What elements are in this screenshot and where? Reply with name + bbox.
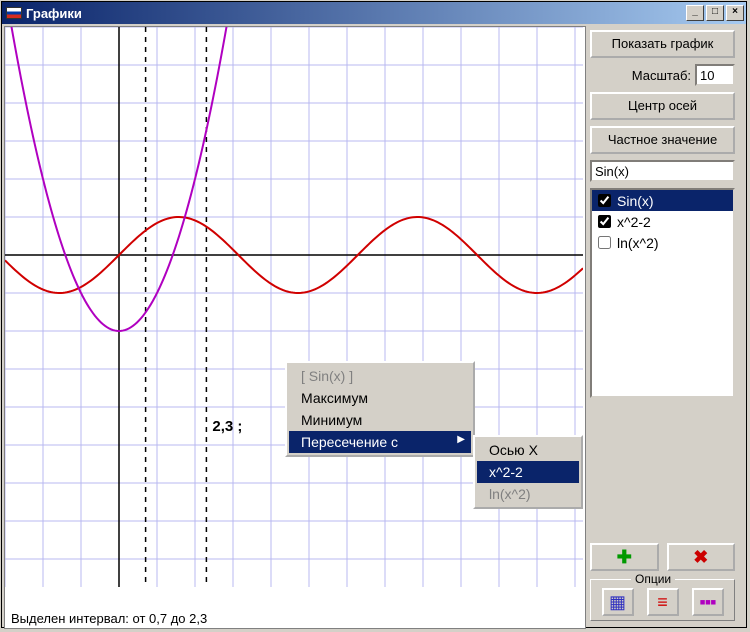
window-title: Графики xyxy=(26,6,684,21)
menu-item[interactable]: x^2-2 xyxy=(477,461,579,483)
function-checkbox[interactable] xyxy=(598,194,611,207)
function-label: Sin(x) xyxy=(617,193,654,209)
menu-item: [ Sin(x) ] xyxy=(289,365,471,387)
menu-item[interactable]: Осью X xyxy=(477,439,579,461)
function-checkbox[interactable] xyxy=(598,236,611,249)
grid-option-button[interactable]: ▦ xyxy=(602,588,634,616)
options-legend: Опции xyxy=(631,572,675,586)
grid-icon: ▦ xyxy=(609,592,626,613)
function-checkbox[interactable] xyxy=(598,215,611,228)
context-menu[interactable]: [ Sin(x) ]МаксимумМинимумПересечение с xyxy=(285,361,475,457)
formula-input[interactable] xyxy=(590,160,735,182)
menu-item: ln(x^2) xyxy=(477,483,579,505)
show-graph-button[interactable]: Показать график xyxy=(590,30,735,58)
titlebar: Графики _ □ × xyxy=(2,2,746,24)
lines-icon: ≡ xyxy=(657,592,668,613)
maximize-button[interactable]: □ xyxy=(706,5,724,21)
plus-icon: ✚ xyxy=(617,547,632,568)
selection-readout: 2,3 ; xyxy=(212,418,242,435)
menu-item[interactable]: Пересечение с xyxy=(289,431,471,453)
function-item[interactable]: Sin(x) xyxy=(592,190,733,211)
function-item[interactable]: x^2-2 xyxy=(592,211,733,232)
function-item[interactable]: ln(x^2) xyxy=(592,232,733,253)
center-axes-button[interactable]: Центр осей xyxy=(590,92,735,120)
dots-icon: ▪▪▪ xyxy=(699,592,715,613)
status-bar: Выделен интервал: от 0,7 до 2,3 xyxy=(11,611,207,626)
function-label: ln(x^2) xyxy=(617,235,659,251)
remove-button[interactable]: ✖ xyxy=(667,543,736,571)
dots-option-button[interactable]: ▪▪▪ xyxy=(692,588,724,616)
minimize-button[interactable]: _ xyxy=(686,5,704,21)
add-button[interactable]: ✚ xyxy=(590,543,659,571)
menu-item[interactable]: Максимум xyxy=(289,387,471,409)
function-list[interactable]: Sin(x) x^2-2 ln(x^2) xyxy=(590,188,735,398)
flag-icon xyxy=(6,7,22,19)
function-label: x^2-2 xyxy=(617,214,651,230)
cross-icon: ✖ xyxy=(693,547,708,568)
menu-item[interactable]: Минимум xyxy=(289,409,471,431)
context-submenu[interactable]: Осью Xx^2-2ln(x^2) xyxy=(473,435,583,509)
partial-value-button[interactable]: Частное значение xyxy=(590,126,735,154)
lines-option-button[interactable]: ≡ xyxy=(647,588,679,616)
scale-input[interactable] xyxy=(695,64,735,86)
app-window: Графики _ □ × 2,3 ; [ Sin(x) ]МаксимумМи… xyxy=(1,1,747,628)
graph-panel[interactable]: 2,3 ; [ Sin(x) ]МаксимумМинимумПересечен… xyxy=(4,26,586,629)
scale-label: Масштаб: xyxy=(590,68,691,83)
options-group: Опции ▦ ≡ ▪▪▪ xyxy=(590,579,735,621)
close-button[interactable]: × xyxy=(726,5,744,21)
sidebar: Показать график Масштаб: Центр осей Част… xyxy=(586,24,741,627)
